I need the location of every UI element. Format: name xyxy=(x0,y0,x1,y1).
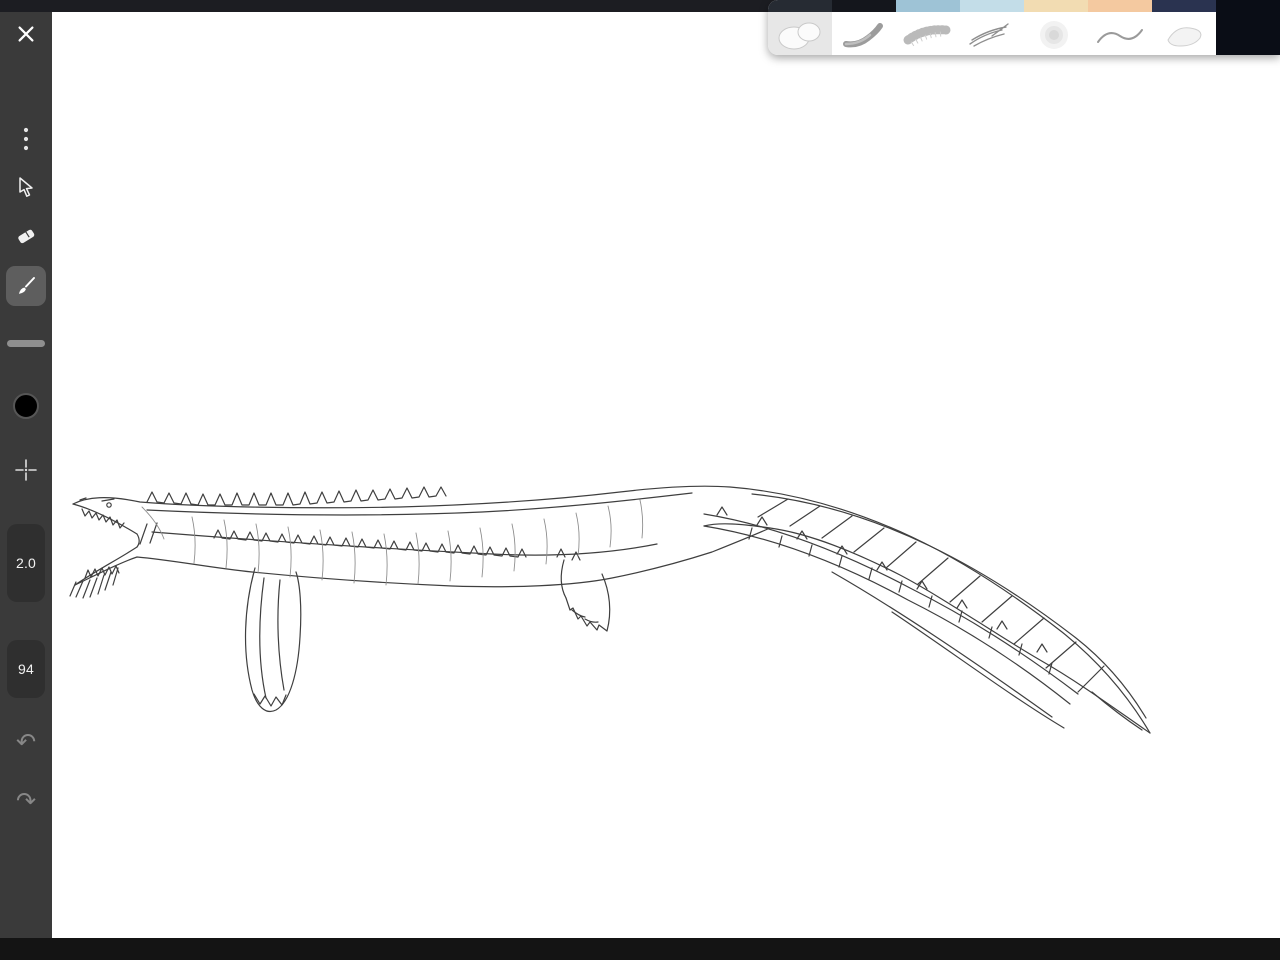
brush-color-swatch xyxy=(1088,0,1152,12)
bottom-bar xyxy=(0,938,1280,960)
cursor-tool-icon xyxy=(14,175,38,199)
symmetry-button[interactable] xyxy=(0,456,52,484)
brush-preset-scratchy[interactable] xyxy=(960,0,1024,55)
undo-button[interactable]: ↶ xyxy=(0,728,52,758)
brush-preset-soft-round[interactable] xyxy=(768,0,832,55)
brush-stroke-preview xyxy=(1154,14,1214,54)
eraser-tool-icon xyxy=(13,223,39,249)
brush-preset-smudge[interactable] xyxy=(832,0,896,55)
tool-sidebar: 2.0 94 ↶ ↷ xyxy=(0,12,52,938)
stroke-width-button[interactable]: 2.0 xyxy=(7,524,45,602)
brush-stroke-preview xyxy=(898,14,958,54)
overflow-menu-button[interactable] xyxy=(0,125,52,153)
select-tool-button[interactable] xyxy=(0,173,52,201)
brush-stroke-preview xyxy=(770,14,830,54)
brush-color-swatch xyxy=(1152,0,1216,12)
opacity-value: 94 xyxy=(18,661,34,677)
brush-tool-icon xyxy=(14,274,38,298)
crosshair-icon xyxy=(13,457,39,483)
brush-stroke-preview xyxy=(834,14,894,54)
color-swatch[interactable] xyxy=(13,393,39,419)
overflow-menu-icon xyxy=(23,126,29,152)
eraser-tool-button[interactable] xyxy=(0,222,52,250)
brush-color-swatch xyxy=(896,0,960,12)
brush-preset-selected-slot[interactable] xyxy=(1216,0,1280,55)
brush-preset-fine-liner[interactable] xyxy=(1088,0,1152,55)
redo-icon: ↷ xyxy=(16,790,36,814)
close-button[interactable] xyxy=(0,18,52,50)
brush-stroke-preview xyxy=(962,14,1022,54)
redo-button[interactable]: ↷ xyxy=(0,787,52,817)
brush-size-slider[interactable] xyxy=(7,340,45,347)
canvas-drawing xyxy=(52,12,1280,938)
brush-color-swatch xyxy=(960,0,1024,12)
brush-preset-airbrush[interactable] xyxy=(1024,0,1088,55)
brush-stroke-preview xyxy=(1090,14,1150,54)
brush-preset-spray[interactable] xyxy=(896,0,960,55)
brush-color-swatch xyxy=(768,0,832,12)
stroke-width-value: 2.0 xyxy=(16,555,36,571)
brush-preset-panel xyxy=(768,0,1280,55)
drawing-canvas[interactable] xyxy=(52,12,1280,938)
brush-preset-wet-round[interactable] xyxy=(1152,0,1216,55)
brush-tool-button[interactable] xyxy=(6,266,46,306)
undo-icon: ↶ xyxy=(16,731,36,755)
brush-color-swatch xyxy=(832,0,896,12)
creature-line-art xyxy=(70,486,1150,733)
brush-stroke-preview xyxy=(1026,14,1086,54)
brush-color-swatch xyxy=(1024,0,1088,12)
close-icon xyxy=(15,23,37,45)
opacity-button[interactable]: 94 xyxy=(7,640,45,698)
